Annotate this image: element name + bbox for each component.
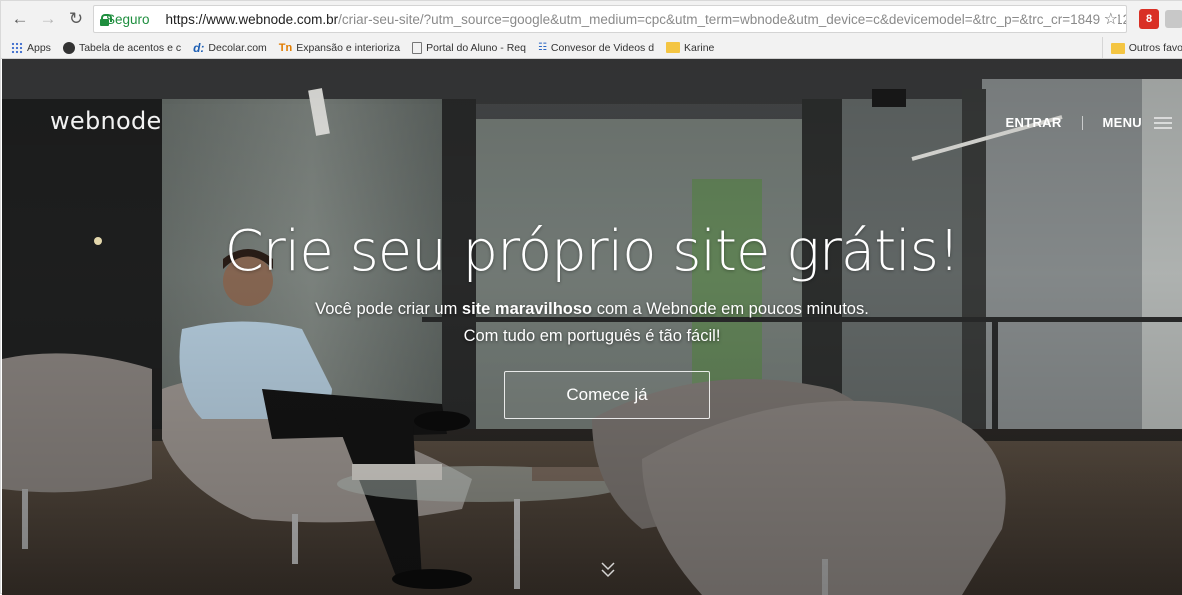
bookmarks-bar: Apps Tabela de acentos e c d: Decolar.co… [1, 37, 1182, 59]
bookmark-karine[interactable]: Karine [666, 42, 714, 54]
converter-icon: ☷ [537, 42, 547, 53]
tm-icon: Tn [278, 41, 293, 54]
chevron-down-icon[interactable] [598, 559, 618, 581]
bookmark-label: Expansão e interioriza [296, 41, 401, 54]
start-now-button[interactable]: Comece já [504, 371, 710, 419]
page-icon [412, 41, 423, 54]
apps-grid-icon [11, 41, 23, 54]
nav-divider [1081, 115, 1083, 130]
page-viewport: webnode ENTRAR MENU Crie seu próprio sit… [2, 59, 1182, 595]
bookmark-label: Tabela de acentos e c [78, 41, 182, 54]
bookmark-label: Decolar.com [208, 41, 267, 54]
bookmark-decolar[interactable]: d: Decolar.com [193, 41, 267, 55]
extension-icon-secondary[interactable] [1165, 10, 1182, 28]
decolar-icon: d: [193, 40, 205, 55]
bookmark-apps[interactable]: Apps [11, 41, 51, 54]
bookmark-label: Karine [684, 41, 715, 54]
browser-toolbar: ← → ↻ Seguro https://www.webnode.com.br /… [1, 1, 1182, 37]
bookmark-portal-aluno[interactable]: Portal do Aluno - Req [412, 41, 526, 54]
hero-subtitle-start: Você pode criar um [315, 300, 462, 318]
hamburger-icon[interactable] [1154, 116, 1172, 129]
extension-badge: 8 [1145, 13, 1153, 25]
globe-icon [62, 41, 75, 54]
folder-icon [666, 42, 681, 53]
url-host: https://www.webnode.com.br [165, 11, 339, 27]
bookmark-label: Convesor de Videos d [550, 41, 655, 54]
browser-window: ← → ↻ Seguro https://www.webnode.com.br /… [0, 0, 1182, 595]
folder-icon [1110, 42, 1125, 54]
bookmark-tabela-acentos[interactable]: Tabela de acentos e c [62, 41, 182, 54]
hero-subtitle-line2: Com tudo em português é tão fácil! [463, 327, 721, 345]
hero-subtitle-bold: site maravilhoso [461, 300, 593, 318]
login-link[interactable]: ENTRAR [1006, 115, 1062, 130]
secure-label: Seguro [106, 11, 150, 27]
other-bookmarks-label: Outros favo [1128, 42, 1182, 54]
star-icon[interactable]: ☆ [1099, 9, 1118, 29]
hero-subtitle: Você pode criar um site maravilhoso com … [2, 300, 1182, 319]
bookmark-conversor[interactable]: ☷ Convesor de Videos d [538, 42, 654, 54]
other-bookmarks[interactable]: Outros favo [1101, 37, 1182, 58]
hero-title: Crie seu próprio site grátis! [224, 219, 961, 284]
menu-link[interactable]: MENU [1103, 115, 1142, 130]
extension-icon[interactable]: 8 [1139, 9, 1159, 29]
bookmark-expansao[interactable]: Tn Expansão e interioriza [279, 42, 400, 54]
forward-icon[interactable]: → [37, 8, 59, 30]
back-icon[interactable]: ← [9, 8, 31, 30]
hero-subtitle-end: com a Webnode em poucos minutos. [592, 300, 869, 318]
site-logo[interactable]: webnode [50, 107, 162, 135]
reload-icon[interactable]: ↻ [65, 8, 87, 30]
address-bar[interactable]: Seguro https://www.webnode.com.br/criar-… [93, 5, 1127, 33]
url-path: /criar-seu-site/?utm_source=google&utm_m… [338, 11, 1127, 27]
site-top-nav: ENTRAR MENU [1006, 115, 1172, 130]
bookmark-label: Portal do Aluno - Req [426, 41, 526, 54]
bookmark-label: Apps [27, 41, 51, 54]
